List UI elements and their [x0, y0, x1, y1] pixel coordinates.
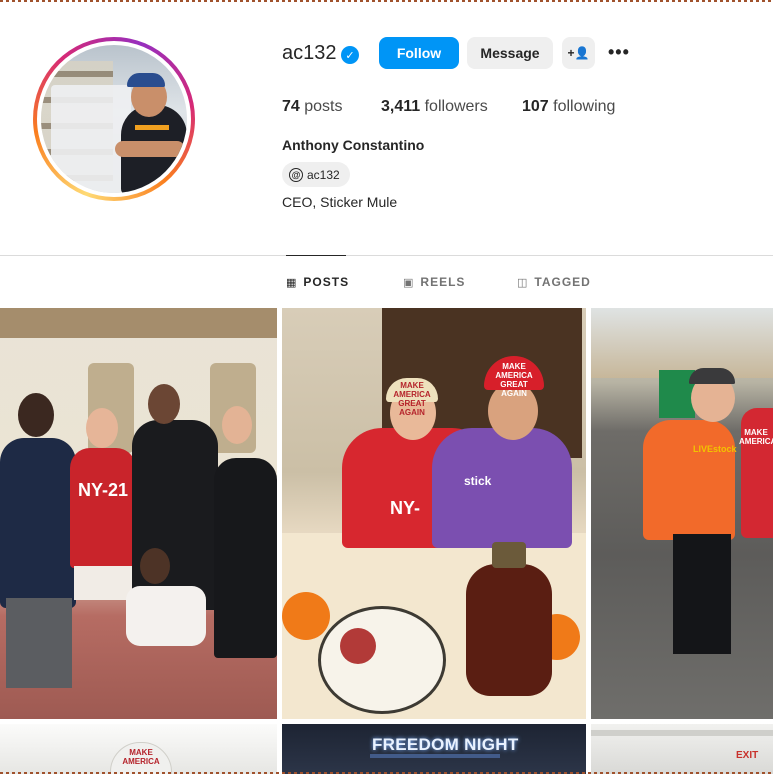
- profile-bio: CEO, Sticker Mule: [282, 194, 398, 210]
- posts-count: 74: [282, 98, 300, 115]
- top-dashed-border: [0, 0, 773, 2]
- post1-head-right: [222, 406, 252, 444]
- avatar-person-cap: [127, 73, 165, 87]
- post3-right-shirt-text: MAKE AMERICA: [739, 428, 773, 446]
- post1-head-kneeling: [140, 548, 170, 584]
- post-thumbnail-6[interactable]: [591, 724, 773, 774]
- grid-icon: ▦: [286, 276, 298, 289]
- post1-coach-jacket: [132, 420, 218, 610]
- tab-reels[interactable]: ▣ REELS: [403, 275, 465, 289]
- post6-ceiling-strip: [591, 730, 773, 736]
- tabs-divider: [0, 255, 773, 256]
- add-user-icon[interactable]: +👤: [562, 37, 595, 69]
- avatar-person-arms: [115, 141, 185, 157]
- avatar-shirt-logo: [135, 125, 169, 130]
- post-thumbnail-3[interactable]: LIVEstock MAKE AMERICA: [591, 308, 773, 719]
- post2-cheese-plate: [318, 606, 446, 714]
- avatar-background-wrapped-pallet: [51, 85, 131, 193]
- post4-cap-text: MAKE AMERICA: [122, 748, 160, 766]
- post-thumbnail-1[interactable]: NY-21: [0, 308, 277, 719]
- threads-handle: ac132: [307, 167, 340, 182]
- post1-wood-beam: [0, 308, 277, 338]
- post6-exit-sign-text: EXIT: [736, 750, 759, 761]
- post2-purple-shirt-text: stick: [464, 474, 492, 488]
- threads-icon: @: [289, 167, 303, 182]
- profile-username: ac132: [282, 42, 337, 64]
- tab-posts-label: POSTS: [303, 275, 350, 289]
- post5-title-text: FREEDOM NIGHT: [372, 735, 519, 754]
- posts-count-stat: 74 posts: [282, 98, 343, 116]
- following-label: following: [553, 98, 616, 115]
- post2-purple-shirt: [432, 428, 572, 548]
- reels-icon: ▣: [403, 276, 415, 289]
- post3-cap: [689, 368, 735, 384]
- tab-reels-label: REELS: [420, 275, 466, 289]
- post1-head-left: [18, 393, 54, 437]
- post1-person-left: [0, 438, 76, 608]
- threads-link-chip[interactable]: @ ac132: [282, 162, 350, 187]
- post1-head-mid: [86, 408, 118, 448]
- followers-count: 3,411: [381, 98, 421, 115]
- post1-head-coach: [148, 384, 180, 424]
- message-button[interactable]: Message: [467, 37, 553, 69]
- post5-subtitle-bar: [370, 754, 500, 758]
- profile-avatar-story-ring[interactable]: [33, 37, 195, 201]
- active-tab-indicator: [286, 255, 346, 256]
- post2-jug-neck: [492, 542, 526, 568]
- post1-pants-left: [6, 598, 72, 688]
- post-thumbnail-2[interactable]: MAKE AMERICA GREAT AGAIN MAKE AMERICA GR…: [282, 308, 586, 719]
- post1-person-right: [214, 458, 277, 658]
- post2-cap-right-text: MAKE AMERICA GREAT AGAIN: [495, 362, 533, 398]
- post1-red-shirt: [70, 448, 136, 568]
- tab-tagged[interactable]: ◫ TAGGED: [517, 275, 591, 289]
- verified-badge-icon: ✓: [341, 46, 359, 64]
- post1-kneeling-boy-shirt: [126, 586, 206, 646]
- post2-wine-jug: [466, 564, 552, 696]
- posts-label: posts: [304, 98, 343, 115]
- followers-label: followers: [424, 98, 488, 115]
- post1-white-shorts: [74, 566, 134, 600]
- more-options-icon[interactable]: •••: [608, 42, 630, 63]
- tab-posts[interactable]: ▦ POSTS: [286, 275, 349, 289]
- followers-stat-link[interactable]: 3,411 followers: [381, 98, 488, 116]
- post1-shirt-text: NY-21: [78, 480, 129, 500]
- profile-full-name: Anthony Constantino: [282, 137, 425, 153]
- post2-red-shirt-text: NY-: [390, 498, 421, 518]
- post3-orange-shirt: [643, 420, 735, 540]
- following-stat-link[interactable]: 107 following: [522, 98, 615, 116]
- post3-sky-trees: [591, 308, 773, 378]
- tab-tagged-label: TAGGED: [534, 275, 591, 289]
- post3-black-pants: [673, 534, 731, 654]
- post-thumbnail-4[interactable]: MAKE AMERICA: [0, 724, 277, 774]
- post3-shirt-text: LIVEstock: [693, 444, 737, 454]
- following-count: 107: [522, 98, 549, 115]
- post2-cap-left-text: MAKE AMERICA GREAT AGAIN: [393, 381, 431, 417]
- post2-flower-left: [282, 592, 330, 640]
- follow-button[interactable]: Follow: [379, 37, 459, 69]
- tagged-icon: ◫: [517, 276, 529, 289]
- post2-salami: [340, 628, 376, 664]
- avatar[interactable]: [37, 41, 191, 197]
